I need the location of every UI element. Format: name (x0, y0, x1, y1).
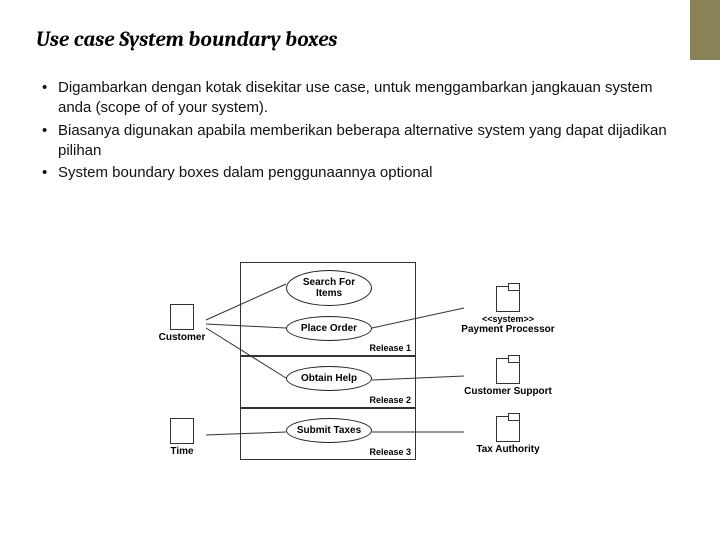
actor-label: Customer (152, 332, 212, 343)
usecase-place-order: Place Order (286, 316, 372, 341)
slide-title: Use case System boundary boxes (36, 28, 684, 52)
boundary-label: Release 1 (369, 343, 411, 353)
bullet-item: Biasanya digunakan apabila memberikan be… (42, 121, 684, 162)
stick-icon (496, 286, 520, 312)
slide: Use case System boundary boxes Digambark… (0, 0, 720, 183)
actor-label: Tax Authority (458, 444, 558, 455)
stick-icon (496, 416, 520, 442)
actor-payment-processor: <<system>> Payment Processor (458, 286, 558, 335)
actor-time: Time (152, 418, 212, 457)
stick-icon (496, 358, 520, 384)
actor-label: Customer Support (458, 386, 558, 397)
boundary-label: Release 3 (369, 447, 411, 457)
bullet-item: System boundary boxes dalam penggunaanny… (42, 163, 684, 183)
actor-label: Payment Processor (458, 324, 558, 335)
stick-icon (170, 304, 194, 330)
boundary-label: Release 2 (369, 395, 411, 405)
accent-stripe (690, 0, 720, 60)
stick-icon (170, 418, 194, 444)
use-case-diagram: Release 1 Release 2 Release 3 Search For… (158, 260, 578, 520)
usecase-search: Search For Items (286, 270, 372, 306)
actor-customer: Customer (152, 304, 212, 343)
actor-label: Time (152, 446, 212, 457)
usecase-obtain-help: Obtain Help (286, 366, 372, 391)
usecase-submit-taxes: Submit Taxes (286, 418, 372, 443)
bullet-item: Digambarkan dengan kotak disekitar use c… (42, 78, 684, 119)
actor-tax-authority: Tax Authority (458, 416, 558, 455)
bullet-list: Digambarkan dengan kotak disekitar use c… (36, 78, 684, 183)
actor-customer-support: Customer Support (458, 358, 558, 397)
actor-stereotype: <<system>> (458, 314, 558, 324)
